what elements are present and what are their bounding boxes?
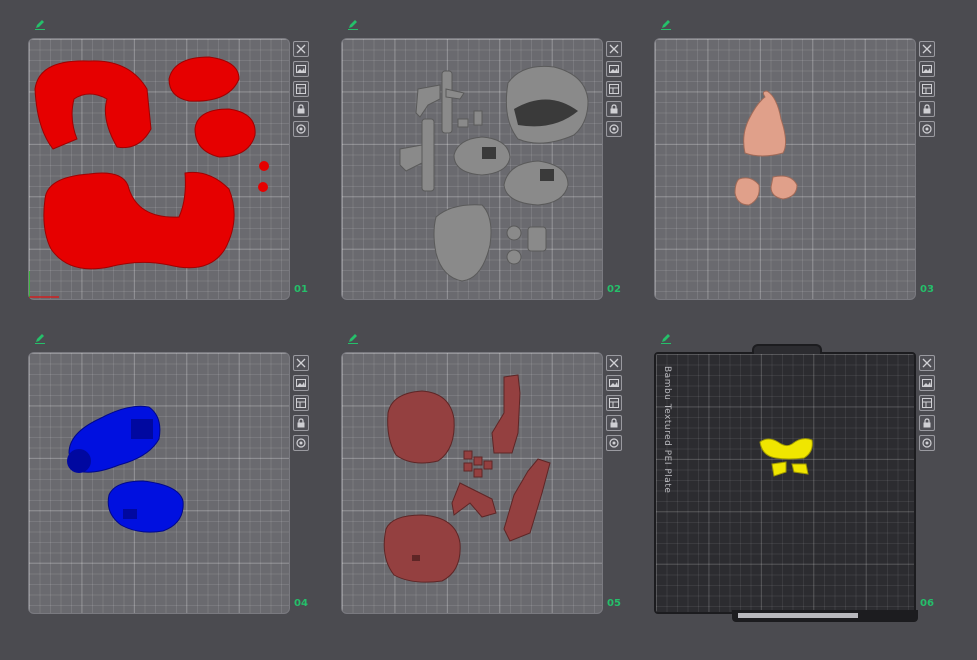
plate-05-toolbar [606,355,624,451]
arrange-button[interactable] [293,81,309,97]
lock-button[interactable] [293,415,309,431]
settings-gear-icon [922,438,932,448]
lock-icon [610,418,618,428]
plate-number: 06 [920,598,934,609]
close-button[interactable] [606,41,622,57]
close-button[interactable] [293,355,309,371]
pencil-edit-icon[interactable] [347,332,359,344]
arrange-button[interactable] [919,81,935,97]
settings-button[interactable] [919,121,935,137]
close-icon [296,358,306,368]
build-plate-02[interactable] [341,38,603,300]
plate-number: 04 [294,598,308,609]
lock-button[interactable] [919,101,935,117]
pencil-edit-icon[interactable] [347,18,359,30]
pencil-edit-icon[interactable] [660,18,672,30]
arrange-button[interactable] [606,395,622,411]
settings-button[interactable] [606,121,622,137]
pencil-edit-icon[interactable] [34,18,46,30]
lock-button[interactable] [293,101,309,117]
settings-gear-icon [609,438,619,448]
settings-gear-icon [922,124,932,134]
plate-01-objects[interactable] [29,39,291,301]
plate-number: 01 [294,284,308,295]
plate-cell-01: 01 [28,20,328,338]
close-icon [922,44,932,54]
image-icon [922,65,932,73]
layout-arrange-icon [609,84,619,94]
layout-arrange-icon [296,398,306,408]
pencil-edit-icon[interactable] [34,332,46,344]
plate-04-objects[interactable] [29,353,291,615]
lock-button[interactable] [606,101,622,117]
close-button[interactable] [293,41,309,57]
lock-button[interactable] [606,415,622,431]
close-button[interactable] [919,41,935,57]
close-button[interactable] [919,355,935,371]
build-plate-04[interactable] [28,352,290,614]
thumbnail-button[interactable] [919,61,935,77]
plate-number: 02 [607,284,621,295]
plate-cell-04: 04 [28,334,328,652]
thumbnail-button[interactable] [919,375,935,391]
settings-gear-icon [609,124,619,134]
image-icon [609,65,619,73]
close-icon [922,358,932,368]
lock-icon [923,104,931,114]
lock-icon [923,418,931,428]
plate-06-objects[interactable] [656,354,918,616]
settings-button[interactable] [606,435,622,451]
plate-06-toolbar [919,355,937,451]
plate-03-objects[interactable] [655,39,917,301]
layout-arrange-icon [609,398,619,408]
settings-button[interactable] [293,435,309,451]
settings-gear-icon [296,124,306,134]
plate-05-objects[interactable] [342,353,604,615]
build-plate-06[interactable]: Bambu Textured PEI Plate [654,344,918,622]
arrange-button[interactable] [606,81,622,97]
lock-button[interactable] [919,415,935,431]
plate-cell-06: Bambu Textured PEI Plate 06 [654,334,954,652]
settings-button[interactable] [919,435,935,451]
lock-icon [610,104,618,114]
plate-number: 05 [607,598,621,609]
settings-button[interactable] [293,121,309,137]
settings-gear-icon [296,438,306,448]
layout-arrange-icon [922,398,932,408]
thumbnail-button[interactable] [606,375,622,391]
thumbnail-button[interactable] [293,375,309,391]
plate-number: 03 [920,284,934,295]
layout-arrange-icon [296,84,306,94]
close-icon [609,44,619,54]
plate-02-toolbar [606,41,624,137]
plate-footer [732,610,918,622]
arrange-button[interactable] [919,395,935,411]
arrange-button[interactable] [293,395,309,411]
thumbnail-button[interactable] [606,61,622,77]
plate-tab [752,344,822,354]
lock-icon [297,104,305,114]
close-button[interactable] [606,355,622,371]
plate-cell-02: 02 [341,20,641,338]
layout-arrange-icon [922,84,932,94]
build-plate-03[interactable] [654,38,916,300]
build-plate-01[interactable] [28,38,290,300]
plate-02-objects[interactable] [342,39,604,301]
plate-cell-05: 05 [341,334,641,652]
image-icon [922,379,932,387]
plate-01-toolbar [293,41,311,137]
thumbnail-button[interactable] [293,61,309,77]
lock-icon [297,418,305,428]
plate-03-toolbar [919,41,937,137]
plate-cell-03: 03 [654,20,954,338]
image-icon [296,65,306,73]
build-plate-05[interactable] [341,352,603,614]
pencil-edit-icon[interactable] [660,332,672,344]
close-icon [296,44,306,54]
close-icon [609,358,619,368]
plate-04-toolbar [293,355,311,451]
image-icon [609,379,619,387]
image-icon [296,379,306,387]
